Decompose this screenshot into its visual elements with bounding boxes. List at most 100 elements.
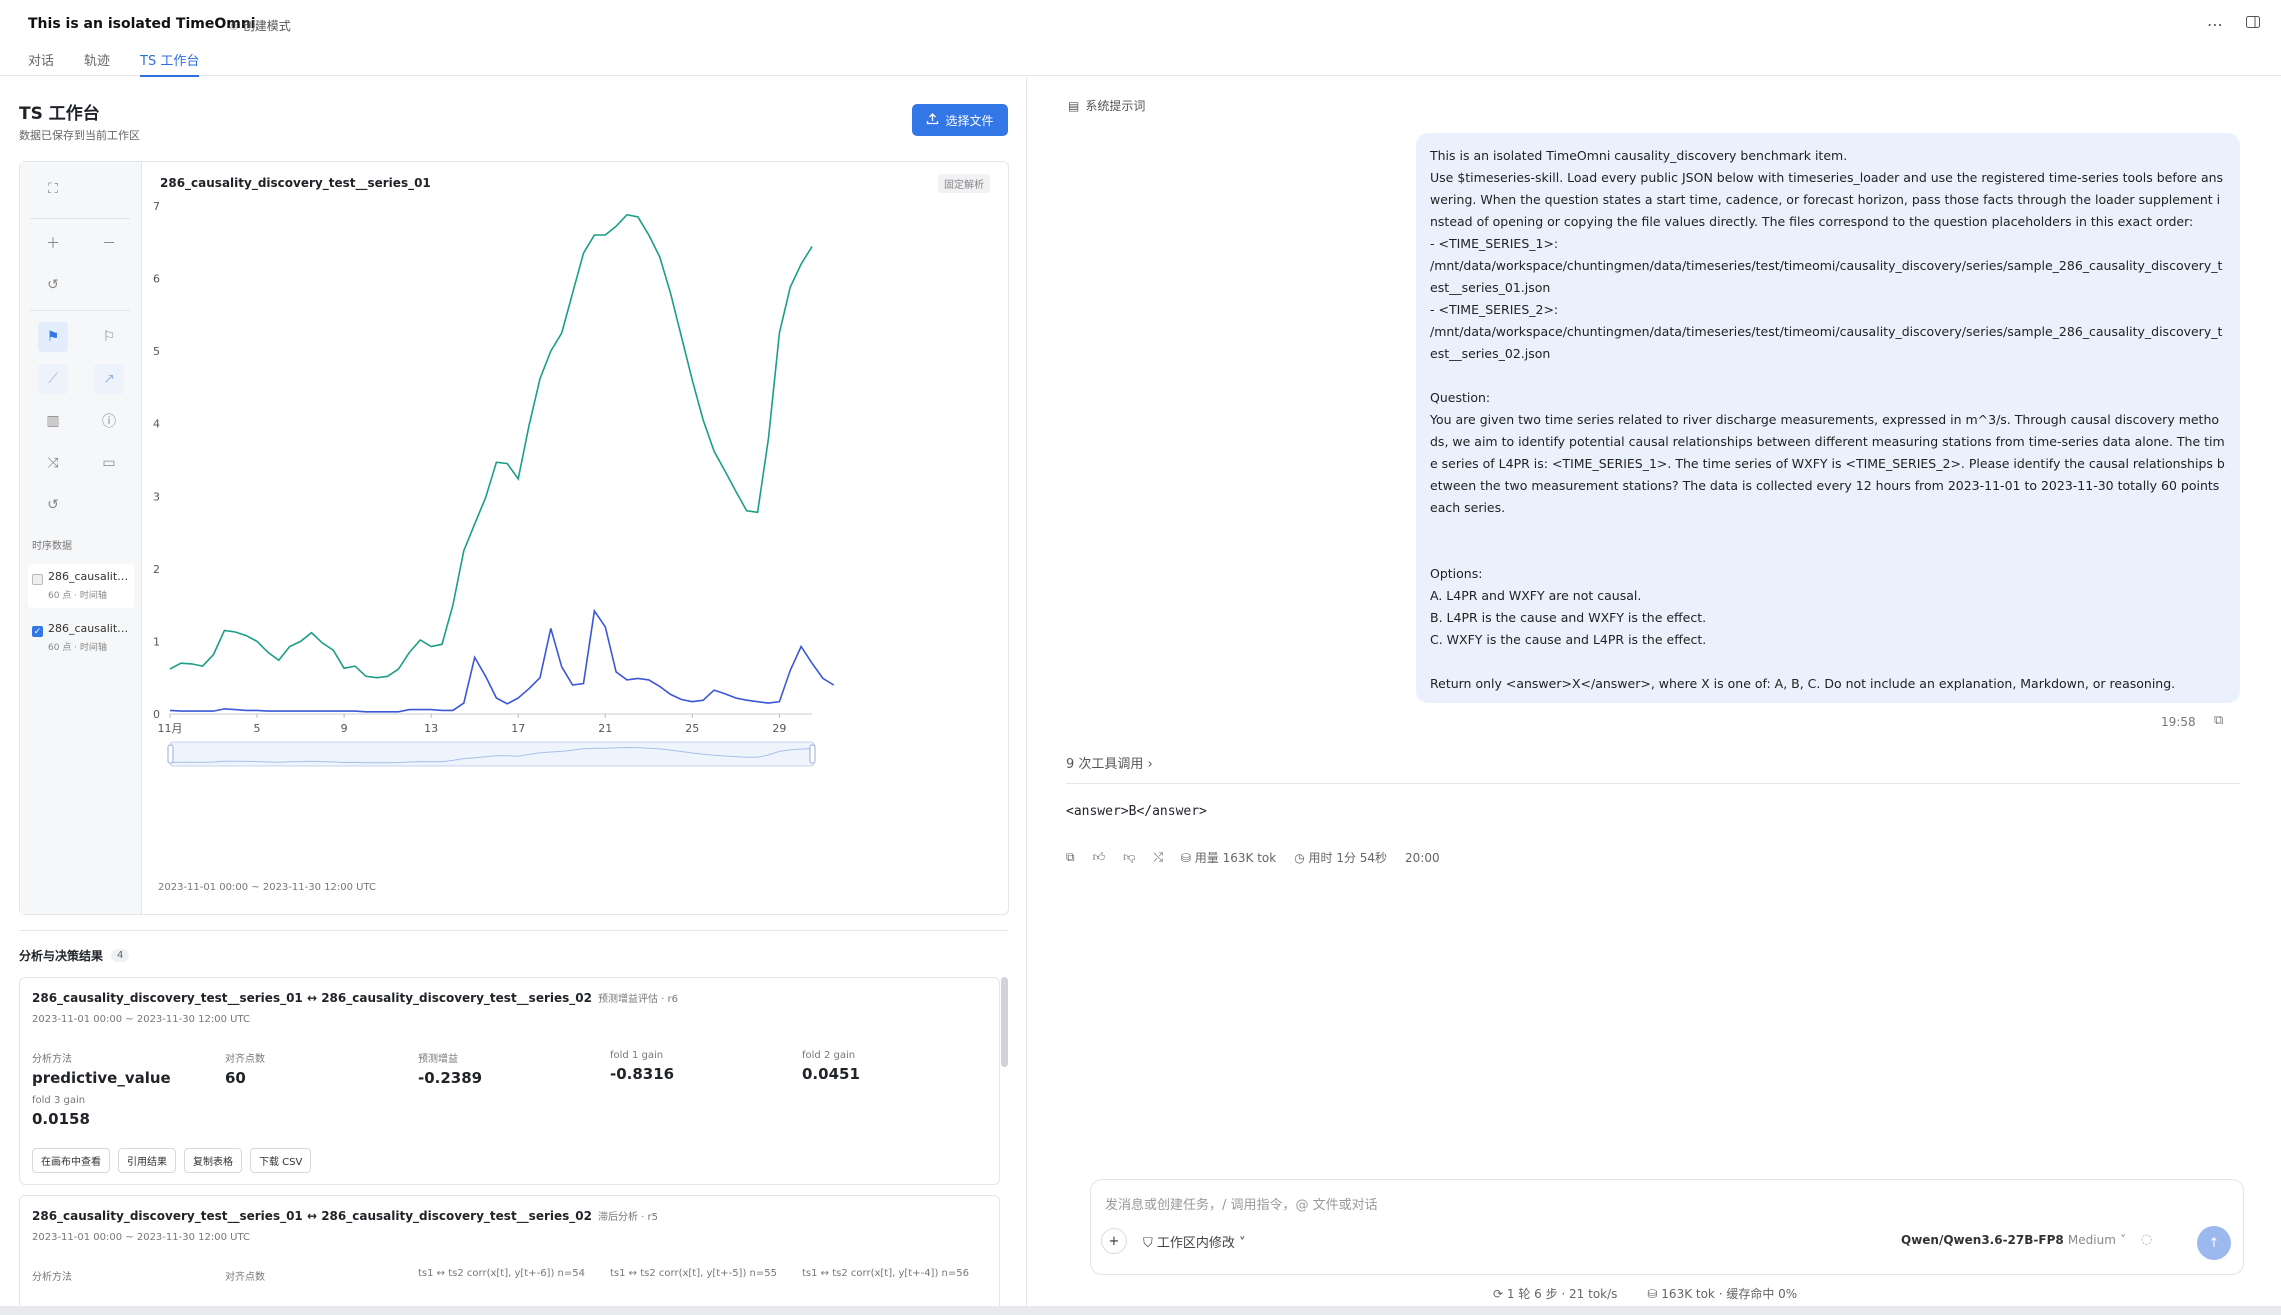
copy-table-button[interactable]: 复制表格	[184, 1148, 242, 1173]
x-tick-label: 13	[424, 722, 438, 735]
token-stats: ⛁ 163K tok · 缓存命中 0%	[1647, 1285, 1797, 1302]
chat-panel: ▤ 系统提示词 This is an isolated TimeOmni cau…	[1028, 77, 2281, 1306]
line-chart[interactable]: 0 1 2 3 4 5 6 7 11月 5 9 13 17 21 25 29	[142, 162, 1012, 882]
user-message-text: This is an isolated TimeOmni causality_d…	[1430, 148, 2225, 691]
panel-toggle-icon[interactable]	[2245, 14, 2261, 34]
zoom-out-icon[interactable]: －	[94, 228, 124, 258]
add-attachment-button[interactable]: +	[1101, 1228, 1127, 1254]
x-tick-label: 17	[511, 722, 525, 735]
metric: 分析方法	[32, 1268, 222, 1283]
status-bar: ⟳ 1 轮 6 步 · 21 tok/s ⛁ 163K tok · 缓存命中 0…	[1493, 1285, 1797, 1302]
copy-icon[interactable]: ⧉	[1066, 850, 1075, 865]
results-scrollbar[interactable]	[1001, 977, 1008, 1067]
thumbs-up-icon[interactable]: 👍︎	[1093, 850, 1106, 865]
results-count: 4	[111, 949, 130, 962]
shuffle-icon[interactable]: ⤨	[38, 448, 68, 478]
toolbar-divider	[30, 310, 130, 311]
chart-toolbar: ⛶ ＋ － ↺ ⚑ ⚐ ⟋ ↗ ▥ ⓘ ⤨ ▭ ↺ 时序数据 286_causa…	[20, 162, 142, 914]
loading-icon: ◌	[2141, 1232, 2153, 1247]
turn-stats-label: 1 轮 6 步 · 21 tok/s	[1506, 1287, 1618, 1301]
reset-zoom-icon[interactable]: ↺	[38, 270, 68, 300]
chevron-down-icon: ˅	[1234, 1236, 1246, 1251]
series-checkbox[interactable]: ✓	[32, 626, 43, 637]
send-button[interactable]: ↑	[2197, 1226, 2231, 1260]
comment-icon[interactable]: ▭	[94, 448, 124, 478]
x-tick-label: 29	[772, 722, 786, 735]
download-csv-button[interactable]: 下载 CSV	[250, 1148, 312, 1173]
series-item[interactable]: ✓ 286_causality... 60 点 · 时间轴	[28, 616, 134, 660]
tab-trace[interactable]: 轨迹	[84, 50, 110, 77]
metric-value: -0.2389	[418, 1069, 483, 1087]
system-prompt-toggle[interactable]: ▤ 系统提示词	[1068, 97, 1145, 114]
y-tick-label: 7	[153, 200, 160, 213]
view-in-canvas-button[interactable]: 在画布中查看	[32, 1148, 110, 1173]
metric: ts1 ↔ ts2 corr(x[t], y[t+-6]) n=54	[418, 1268, 608, 1279]
top-actions: ⋯	[2207, 14, 2261, 34]
thumbs-down-icon[interactable]: 👎︎	[1123, 850, 1135, 865]
workbench-subtitle: 数据已保存到当前工作区	[19, 129, 140, 142]
workspace-edit-toggle[interactable]: ⛉ 工作区内修改 ˅	[1143, 1232, 1246, 1251]
tab-chat[interactable]: 对话	[28, 50, 54, 77]
trend-arrow-icon[interactable]: ↗	[94, 364, 124, 394]
result-card-title: 286_causality_discovery_test__series_01 …	[32, 1208, 658, 1223]
metric-label: 分析方法	[32, 1054, 72, 1065]
bar-chart-icon[interactable]: ▥	[38, 406, 68, 436]
cite-result-button[interactable]: 引用结果	[118, 1148, 176, 1173]
metric-label: fold 1 gain	[610, 1050, 664, 1061]
y-tick-label: 3	[153, 490, 160, 503]
metric: ts1 ↔ ts2 corr(x[t], y[t+-4]) n=56	[802, 1268, 992, 1279]
series-item[interactable]: 286_causality... 60 点 · 时间轴	[28, 564, 134, 608]
series-meta: 60 点 · 时间轴	[48, 643, 107, 653]
tab-bar: 对话 轨迹 TS 工作台	[28, 50, 200, 77]
tool-calls-toggle[interactable]: 9 次工具调用 ›	[1066, 753, 1153, 772]
metric-label: fold 2 gain	[802, 1050, 856, 1061]
elapsed-label: 用时 1分 54秒	[1308, 851, 1388, 865]
fit-view-icon[interactable]: ⛶	[38, 174, 68, 204]
metric: 预测增益 -0.2389	[418, 1050, 608, 1087]
x-tick-label: 5	[254, 722, 261, 735]
trend-line-icon[interactable]: ⟋	[38, 364, 68, 394]
select-file-button[interactable]: 选择文件	[912, 104, 1008, 136]
metric-label: ts1 ↔ ts2 corr(x[t], y[t+-4]) n=56	[802, 1268, 969, 1279]
composer-placeholder[interactable]: 发消息或创建任务，/ 调用指令，@ 文件或对话	[1105, 1194, 1378, 1213]
series-name: 286_causality...	[48, 570, 132, 583]
series-section-label: 时序数据	[32, 541, 72, 552]
mode-label: 创建模式	[242, 19, 291, 33]
undo-icon[interactable]: ↺	[38, 490, 68, 520]
branch-icon[interactable]: ⤭	[1153, 850, 1163, 865]
result-range: 2023-11-01 00:00 ~ 2023-11-30 12:00 UTC	[32, 1014, 250, 1025]
flag-add-icon[interactable]: ⚐	[94, 322, 124, 352]
divider	[1066, 783, 2240, 784]
zoom-in-icon[interactable]: ＋	[38, 228, 68, 258]
mode-icon: ♲	[228, 18, 239, 33]
clock-icon: ◷	[1294, 851, 1309, 865]
tab-ts-workbench[interactable]: TS 工作台	[140, 50, 200, 77]
mode-indicator[interactable]: ♲ 创建模式	[228, 17, 291, 34]
chart-card: ⛶ ＋ － ↺ ⚑ ⚐ ⟋ ↗ ▥ ⓘ ⤨ ▭ ↺ 时序数据 286_causa…	[19, 161, 1009, 915]
model-selector[interactable]: Qwen/Qwen3.6-27B-FP8 Medium ˅	[1901, 1233, 2126, 1247]
metric-value: 0.0451	[802, 1065, 860, 1083]
ts-workbench-panel: TS 工作台 数据已保存到当前工作区 选择文件 ⛶ ＋ － ↺ ⚑ ⚐ ⟋ ↗ …	[0, 77, 1027, 1315]
series-line-2	[169, 608, 835, 713]
metric-label: 对齐点数	[225, 1272, 265, 1283]
copy-icon[interactable]: ⧉	[2214, 713, 2223, 728]
results-title: 分析与决策结果	[19, 949, 104, 963]
metric: ts1 ↔ ts2 corr(x[t], y[t+-5]) n=55	[610, 1268, 800, 1279]
message-time: 19:58	[2161, 715, 2196, 729]
results-header: 分析与决策结果 4	[19, 947, 130, 964]
flag-marker-icon[interactable]: ⚑	[38, 322, 68, 352]
system-prompt-label: 系统提示词	[1085, 99, 1146, 113]
result-pair: 286_causality_discovery_test__series_01 …	[32, 1209, 592, 1223]
message-actions: ⧉ 👍︎ 👎︎ ⤭ ⛁ 用量 163K tok ◷ 用时 1分 54秒 20:0…	[1066, 849, 1440, 866]
y-tick-label: 5	[153, 345, 160, 358]
metric: fold 3 gain 0.0158	[32, 1095, 222, 1128]
result-card-title: 286_causality_discovery_test__series_01 …	[32, 990, 678, 1005]
series-line-1	[169, 213, 813, 679]
database-icon: ⛁	[1647, 1287, 1662, 1301]
series-name: 286_causality...	[48, 622, 132, 635]
info-icon[interactable]: ⓘ	[94, 406, 124, 436]
message-composer[interactable]: 发消息或创建任务，/ 调用指令，@ 文件或对话 + ⛉ 工作区内修改 ˅ Qwe…	[1090, 1179, 2244, 1275]
more-icon[interactable]: ⋯	[2207, 15, 2223, 34]
chevron-right-icon: ›	[1147, 757, 1153, 772]
series-checkbox[interactable]	[32, 574, 43, 585]
